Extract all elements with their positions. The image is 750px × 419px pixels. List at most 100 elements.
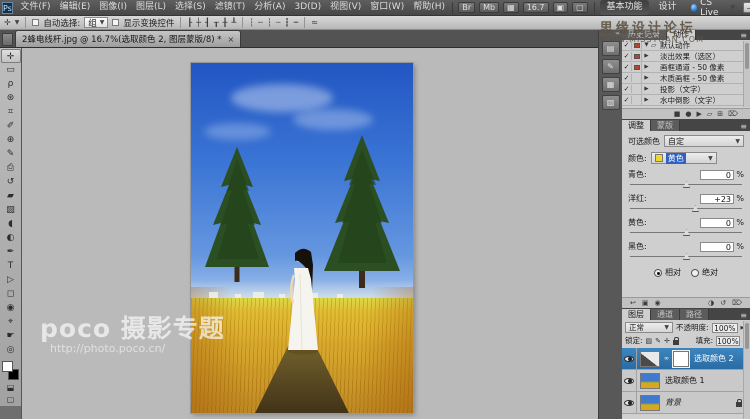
show-transform-checkbox[interactable] (112, 19, 120, 26)
relative-radio[interactable]: 相对 (654, 267, 681, 278)
quick-selection-tool[interactable]: ⊛ (1, 91, 21, 105)
shape-tool[interactable]: ◻ (1, 287, 21, 301)
action-row[interactable]: ✓ ▶ 淡出效果（选区） (622, 51, 750, 62)
menu-item[interactable]: 滤镜(T) (210, 0, 250, 15)
layer-mask-thumbnail[interactable] (672, 349, 690, 368)
absolute-radio[interactable]: 绝对 (691, 267, 718, 278)
stop-icon[interactable]: ■ (674, 109, 681, 119)
clone-stamp-tool[interactable]: ⎙ (1, 161, 21, 175)
marquee-tool[interactable]: ▭ (1, 63, 21, 77)
tab-paths[interactable]: 路径 (680, 309, 709, 320)
photo-document[interactable] (191, 63, 413, 413)
distribute-icon[interactable]: ┇ (285, 17, 290, 29)
slider-track[interactable] (630, 181, 742, 189)
type-tool[interactable]: T (1, 259, 21, 273)
record-icon[interactable]: ● (685, 109, 691, 119)
return-to-adjustment-list-icon[interactable]: ↩ (630, 298, 636, 308)
new-set-icon[interactable]: ▱ (707, 109, 712, 119)
tab-history[interactable]: 历史记录 (622, 29, 667, 40)
slider-track[interactable] (630, 253, 742, 261)
layer-row-background[interactable]: 背景 (622, 392, 750, 414)
lock-all-icon[interactable] (672, 336, 679, 345)
view-previous-state-icon[interactable]: ◑ (708, 298, 714, 308)
tab-adjustments[interactable]: 调整 (622, 120, 651, 131)
menu-item[interactable]: 3D(D) (290, 0, 326, 15)
slider-thumb[interactable] (683, 229, 690, 236)
auto-align-icon[interactable]: ≈ (311, 17, 318, 29)
slider-value-input[interactable]: +23 (700, 193, 734, 204)
adjustment-layer-thumbnail[interactable] (640, 350, 660, 367)
zoom-level-dropdown[interactable]: 16.7 (522, 2, 549, 13)
item-check-toggle[interactable]: ✓ (622, 96, 632, 104)
opacity-value[interactable]: 100% (711, 322, 738, 333)
screen-mode-icon[interactable]: ▢ (1, 394, 21, 406)
item-check-toggle[interactable]: ✓ (622, 41, 632, 49)
menu-item[interactable]: 窗口(W) (366, 0, 409, 15)
dodge-tool[interactable]: ◐ (1, 231, 21, 245)
menu-item[interactable]: 文件(F) (16, 0, 55, 15)
blend-mode-dropdown[interactable]: 正常 ▼ (625, 322, 673, 333)
auto-select-checkbox[interactable] (32, 19, 40, 26)
align-icon[interactable]: ┠ (187, 17, 192, 29)
blur-tool[interactable]: ◖ (1, 217, 21, 231)
panel-menu-icon[interactable]: ≡ (740, 31, 750, 40)
align-icon[interactable]: ┼ (196, 17, 201, 29)
quick-mask-icon[interactable]: ⬓ (1, 382, 21, 394)
mini-bridge-icon[interactable]: Mb (479, 2, 500, 13)
history-brush-tool[interactable]: ↺ (1, 175, 21, 189)
action-row[interactable]: ✓ ▶ 水中倒影（文字） (622, 95, 750, 106)
preset-dropdown[interactable]: 自定 ▼ (664, 135, 744, 147)
layer-row-selective-color-1[interactable]: 选取颜色 1 (622, 370, 750, 392)
slider-value-input[interactable]: 0 (700, 169, 734, 180)
expander-icon[interactable]: ▼ (642, 42, 651, 48)
panel-menu-icon[interactable]: ≡ (740, 122, 750, 131)
auto-select-dropdown[interactable]: 组 ▼ (84, 17, 109, 29)
lock-position-icon[interactable]: ✛ (664, 337, 670, 345)
expander-icon[interactable]: ▶ (642, 86, 651, 92)
layer-name[interactable]: 选取颜色 1 (665, 375, 705, 386)
slider-value-input[interactable]: 0 (700, 241, 734, 252)
slider-thumb[interactable] (691, 205, 699, 212)
hand-tool[interactable]: ☛ (1, 329, 21, 343)
clone-source-panel-icon[interactable]: ▦ (601, 77, 620, 92)
align-icon[interactable]: ┸ (232, 17, 237, 29)
lock-pixels-icon[interactable]: ✎ (655, 337, 661, 345)
expander-icon[interactable]: ▶ (642, 97, 651, 103)
radio-icon[interactable] (654, 268, 662, 277)
actions-scrollbar[interactable] (743, 41, 750, 107)
distribute-icon[interactable]: ┆ (249, 17, 254, 29)
chevron-down-icon[interactable]: ▼ (15, 19, 20, 26)
delete-icon[interactable]: ⌦ (728, 109, 738, 119)
zoom-tool[interactable]: ◎ (1, 343, 21, 357)
radio-icon[interactable] (691, 268, 699, 277)
foreground-color-swatch[interactable] (1, 361, 13, 372)
arrange-documents-icon[interactable]: ▣ (552, 2, 569, 13)
eyedropper-tool[interactable]: ✐ (1, 119, 21, 133)
toggle-visibility-icon[interactable]: ◉ (655, 298, 661, 308)
slider-track[interactable] (630, 229, 742, 237)
menu-item[interactable]: 图层(L) (131, 0, 170, 15)
distribute-icon[interactable]: ┆ (267, 17, 272, 29)
slider-thumb[interactable] (683, 253, 690, 260)
distribute-icon[interactable]: ┄ (276, 17, 281, 29)
styles-panel-icon[interactable]: ▤ (601, 41, 620, 56)
new-action-icon[interactable]: ⊞ (717, 109, 723, 119)
layer-name[interactable]: 选取颜色 2 (694, 353, 734, 364)
slider-value-input[interactable]: 0 (700, 217, 734, 228)
expander-icon[interactable]: ▶ (642, 53, 651, 59)
screen-mode-icon[interactable]: ▢ (572, 2, 588, 13)
cs-live-button[interactable]: CS Live ▼ (687, 0, 740, 18)
action-row[interactable]: ✓ ▶ 投影（文字） (622, 84, 750, 95)
action-row[interactable]: ✓ ▼ ▱ 默认动作 (622, 40, 750, 51)
dialog-toggle-icon[interactable] (633, 42, 640, 48)
clip-to-layer-icon[interactable]: ▣ (642, 298, 649, 308)
menu-item[interactable]: 编辑(E) (55, 0, 95, 15)
visibility-eye-icon[interactable] (624, 377, 634, 384)
menu-item[interactable]: 视图(V) (326, 0, 366, 15)
3d-rotate-tool[interactable]: ◉ (1, 301, 21, 315)
slider-track[interactable] (630, 205, 742, 213)
color-swatches[interactable] (1, 360, 21, 382)
document-tab[interactable]: 2蜂电线杆.jpg @ 16.7%(选取颜色 2, 图层蒙版/8) * × (15, 30, 242, 47)
3d-roll-tool[interactable]: ⌖ (1, 315, 21, 329)
dialog-toggle-icon[interactable] (633, 64, 640, 70)
